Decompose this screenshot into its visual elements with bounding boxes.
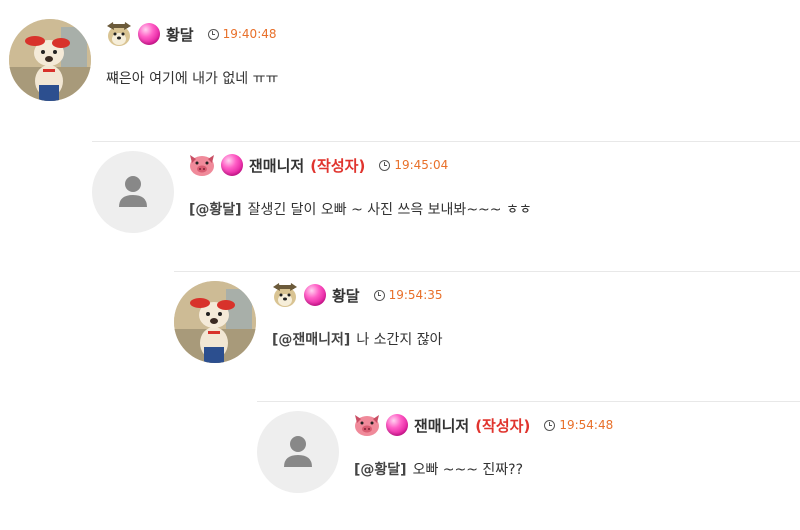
gem-badge-icon — [386, 414, 408, 436]
mention-tag[interactable]: [@황달] — [354, 462, 407, 478]
comment-body: 쨰은아 여기에 내가 없네 ㅠㅠ — [106, 71, 279, 87]
nickname[interactable]: 잰매니저 — [414, 415, 469, 436]
user-avatar[interactable] — [9, 19, 91, 101]
comment-divider — [257, 401, 800, 402]
default-user-icon — [119, 176, 147, 207]
author-tag: (작성자) — [475, 416, 531, 435]
gem-badge-icon — [138, 23, 160, 45]
mention-tag[interactable]: [@잰매니저] — [272, 332, 350, 348]
comment-body: 잘생긴 달이 오빠 ~ 사진 쓰윽 보내봐~~~ ㅎㅎ — [247, 202, 532, 218]
comment-divider — [92, 141, 800, 142]
gem-badge-icon — [304, 284, 326, 306]
comment-text: 쨰은아 여기에 내가 없네 ㅠㅠ — [106, 68, 278, 88]
dog-character-photo — [174, 281, 256, 363]
mention-tag[interactable]: [@황달] — [189, 202, 242, 218]
comment-text: [@황달] 오빠 ~~~ 진짜?? — [354, 459, 523, 479]
comment-text: [@황달] 잘생긴 달이 오빠 ~ 사진 쓰윽 보내봐~~~ ㅎㅎ — [189, 199, 532, 219]
nickname[interactable]: 황달 — [166, 24, 194, 45]
dog-level-icon — [273, 283, 297, 307]
nickname[interactable]: 황달 — [332, 285, 360, 306]
comment-body: 오빠 ~~~ 진짜?? — [412, 462, 524, 478]
dog-character-photo — [9, 19, 91, 101]
comment-time: 19:54:35 — [388, 288, 443, 302]
clock-icon — [544, 419, 556, 431]
pig-level-icon — [355, 415, 379, 436]
author-tag: (작성자) — [310, 156, 366, 175]
comment-time: 19:45:04 — [394, 158, 449, 172]
clock-icon — [373, 289, 385, 301]
gem-badge-icon — [221, 154, 243, 176]
comment-body: 나 소간지 잖아 — [356, 332, 443, 348]
comment-text: [@잰매니저] 나 소간지 잖아 — [272, 329, 443, 349]
comment-time: 19:40:48 — [222, 27, 277, 41]
user-avatar[interactable] — [174, 281, 256, 363]
clock-icon — [379, 159, 391, 171]
pig-level-icon — [190, 155, 214, 176]
comment-time: 19:54:48 — [559, 418, 614, 432]
user-avatar[interactable] — [257, 411, 339, 493]
clock-icon — [207, 28, 219, 40]
default-user-icon — [284, 436, 312, 467]
user-avatar[interactable] — [92, 151, 174, 233]
comment-divider — [174, 271, 800, 272]
nickname[interactable]: 잰매니저 — [249, 155, 304, 176]
dog-level-icon — [107, 22, 131, 46]
